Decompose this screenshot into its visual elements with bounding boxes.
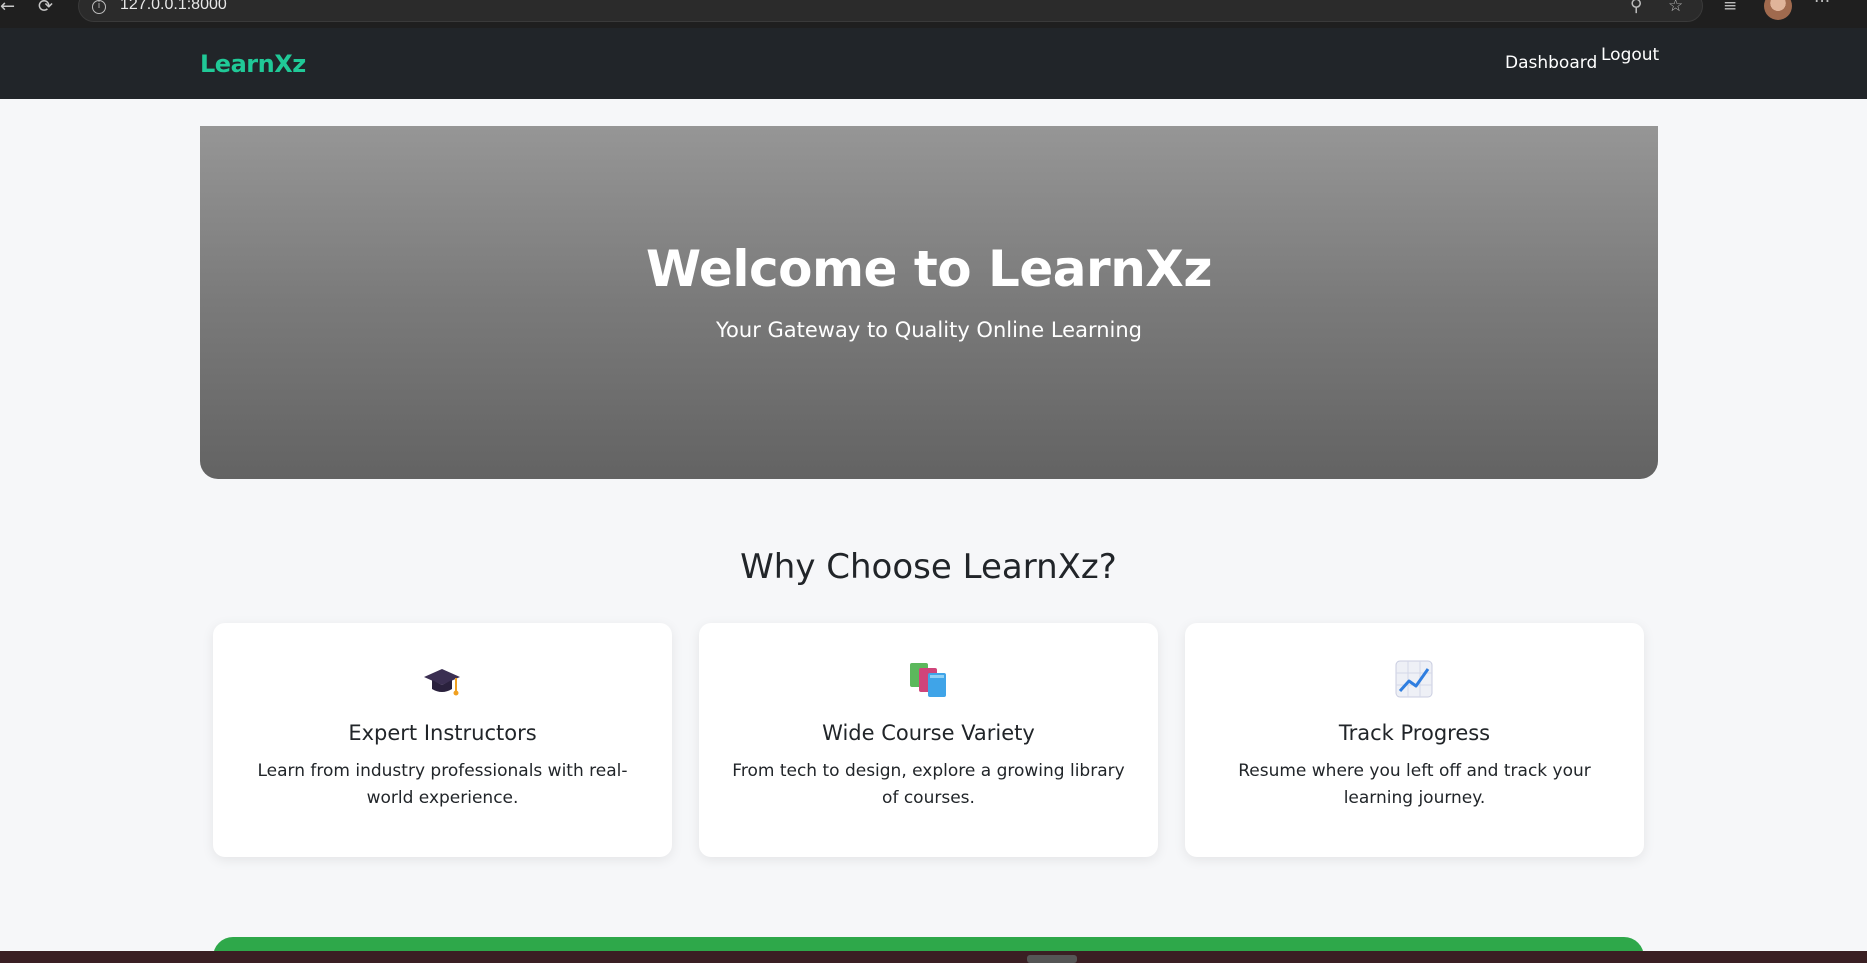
hero-title: Welcome to LearnXz	[646, 240, 1212, 298]
graduation-cap-icon	[213, 659, 672, 699]
chart-increasing-icon	[1185, 659, 1644, 699]
nav-dashboard-link[interactable]: Dashboard	[1505, 53, 1597, 73]
hero-banner: Welcome to LearnXz Your Gateway to Quali…	[200, 126, 1658, 479]
reload-icon[interactable]: ⟳	[38, 0, 58, 18]
favorites-icon[interactable]: ≡	[1723, 0, 1737, 15]
feature-card-text: From tech to design, explore a growing l…	[732, 761, 1125, 808]
address-bar-url[interactable]: 127.0.0.1:8000	[120, 0, 227, 14]
back-arrow-icon[interactable]: ←	[0, 0, 20, 18]
profile-avatar[interactable]	[1764, 0, 1792, 20]
feature-card-expert-instructors: Expert Instructors Learn from industry p…	[213, 623, 672, 857]
feature-card-track-progress: Track Progress Resume where you left off…	[1185, 623, 1644, 857]
hero-subtitle: Your Gateway to Quality Online Learning	[716, 318, 1142, 342]
site-navbar: LearnXz Dashboard Logout	[0, 28, 1867, 99]
more-icon[interactable]: ···	[1814, 0, 1830, 11]
features-heading: Why Choose LearnXz?	[740, 547, 1117, 587]
feature-card-text: Resume where you left off and track your…	[1238, 761, 1591, 808]
feature-card-title: Wide Course Variety	[822, 721, 1035, 745]
feature-card-title: Track Progress	[1338, 721, 1491, 745]
address-bar[interactable]	[78, 0, 1703, 22]
star-icon[interactable]: ☆	[1668, 0, 1683, 15]
nav-logout-link[interactable]: Logout	[1601, 45, 1659, 65]
taskbar-strip	[0, 951, 1867, 963]
taskbar-handle	[1027, 955, 1077, 963]
feature-card-title: Expert Instructors	[348, 721, 537, 745]
info-icon[interactable]: i	[92, 0, 106, 14]
browser-toolbar: ← ⟳ i 127.0.0.1:8000 ⚲ ☆ ≡ ···	[0, 0, 1867, 28]
feature-card-text: Learn from industry professionals with r…	[257, 761, 628, 808]
feature-card-wide-course-variety: Wide Course Variety From tech to design,…	[699, 623, 1158, 857]
zoom-icon[interactable]: ⚲	[1630, 0, 1642, 15]
books-icon	[699, 659, 1158, 699]
brand-logo[interactable]: LearnXz	[200, 50, 306, 78]
